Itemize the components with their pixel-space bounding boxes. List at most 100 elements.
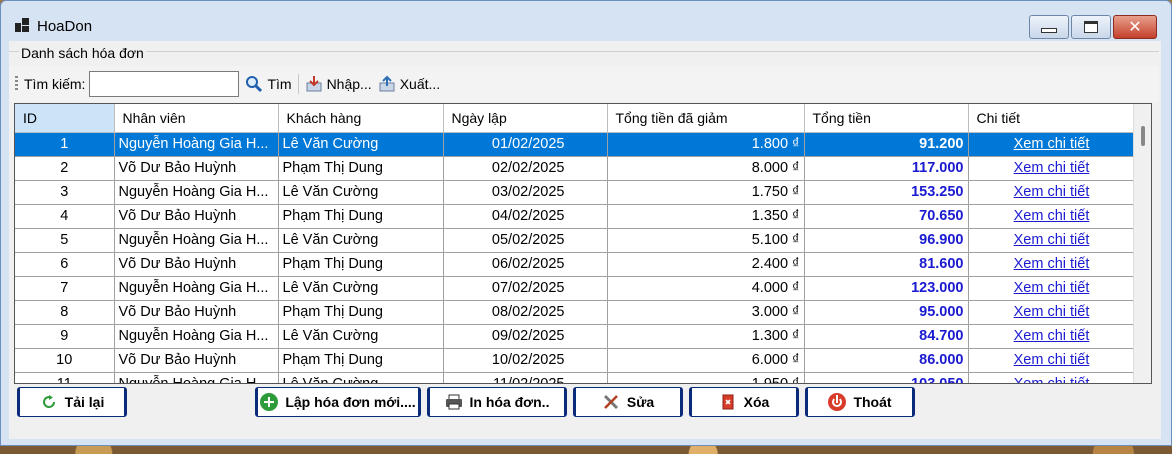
- table-row[interactable]: 7 Nguyễn Hoàng Gia H... Lê Văn Cường 07/…: [15, 276, 1136, 301]
- cell-total: 91.200: [804, 132, 969, 157]
- vertical-scrollbar[interactable]: [1133, 104, 1151, 383]
- table-row[interactable]: 11 Nguyễn Hoàng Gia H... Lê Văn Cường 11…: [15, 372, 1136, 383]
- reload-button[interactable]: Tải lại: [17, 387, 127, 417]
- find-label: Tìm: [267, 76, 292, 92]
- detail-link[interactable]: Xem chi tiết: [1014, 184, 1090, 200]
- cell-id: 1: [15, 132, 115, 157]
- title-bar[interactable]: HoaDon ✕: [1, 1, 1171, 41]
- scrollbar-thumb[interactable]: [1141, 126, 1145, 146]
- exit-button[interactable]: Thoát: [805, 387, 915, 417]
- export-button[interactable]: Xuất...: [378, 75, 440, 93]
- create-label: Lập hóa đơn mới....: [285, 394, 416, 410]
- delete-icon: [722, 394, 734, 410]
- cell-date: 08/02/2025: [443, 300, 608, 325]
- cell-staff: Nguyễn Hoàng Gia H...: [114, 180, 279, 205]
- detail-link[interactable]: Xem chi tiết: [1014, 352, 1090, 368]
- detail-link[interactable]: Xem chi tiết: [1014, 232, 1090, 248]
- cell-total: 95.000: [804, 300, 969, 325]
- cell-customer: Phạm Thị Dung: [278, 348, 444, 373]
- printer-icon: [445, 394, 462, 410]
- cell-date: 11/02/2025: [443, 372, 608, 383]
- cell-staff: Võ Dư Bảo Huỳnh: [114, 252, 279, 277]
- tools-icon: [603, 394, 618, 410]
- group-label: Danh sách hóa đơn: [19, 45, 146, 61]
- col-header-date[interactable]: Ngày lập: [443, 104, 608, 133]
- table-row[interactable]: 10 Võ Dư Bảo Huỳnh Phạm Thị Dung 10/02/2…: [15, 348, 1136, 373]
- table-row[interactable]: 4 Võ Dư Bảo Huỳnh Phạm Thị Dung 04/02/20…: [15, 204, 1136, 229]
- cell-date: 09/02/2025: [443, 324, 608, 349]
- table-row[interactable]: 2 Võ Dư Bảo Huỳnh Phạm Thị Dung 02/02/20…: [15, 156, 1136, 181]
- detail-link[interactable]: Xem chi tiết: [1014, 160, 1090, 176]
- table-row[interactable]: 8 Võ Dư Bảo Huỳnh Phạm Thị Dung 08/02/20…: [15, 300, 1136, 325]
- toolbar-grip[interactable]: [15, 76, 18, 92]
- cell-total: 81.600: [804, 252, 969, 277]
- cell-customer: Phạm Thị Dung: [278, 252, 444, 277]
- table-row[interactable]: 5 Nguyễn Hoàng Gia H... Lê Văn Cường 05/…: [15, 228, 1136, 253]
- cell-date: 06/02/2025: [443, 252, 608, 277]
- col-header-staff[interactable]: Nhân viên: [114, 104, 279, 133]
- find-button[interactable]: Tìm: [245, 75, 292, 93]
- toolbar: Tìm kiếm: Tìm Nhập... Xuất...: [9, 66, 1159, 102]
- cell-discount: 6.000 ₫: [607, 348, 805, 373]
- import-button[interactable]: Nhập...: [305, 75, 372, 93]
- detail-link[interactable]: Xem chi tiết: [1014, 280, 1090, 296]
- close-button[interactable]: ✕: [1113, 15, 1157, 39]
- maximize-button[interactable]: [1071, 15, 1111, 39]
- minimize-button[interactable]: [1029, 15, 1069, 39]
- cell-id: 5: [15, 228, 115, 253]
- cell-id: 9: [15, 324, 115, 349]
- cell-staff: Nguyễn Hoàng Gia H...: [114, 132, 279, 157]
- cell-customer: Lê Văn Cường: [278, 132, 444, 157]
- print-label: In hóa đơn..: [469, 394, 550, 410]
- create-invoice-button[interactable]: Lập hóa đơn mới....: [255, 387, 421, 417]
- cell-staff: Võ Dư Bảo Huỳnh: [114, 300, 279, 325]
- search-input[interactable]: [89, 71, 240, 97]
- col-header-discount[interactable]: Tổng tiền đã giảm: [607, 104, 805, 133]
- import-icon: [306, 76, 322, 92]
- table-row[interactable]: 9 Nguyễn Hoàng Gia H... Lê Văn Cường 09/…: [15, 324, 1136, 349]
- export-icon: [379, 75, 395, 92]
- print-invoice-button[interactable]: In hóa đơn..: [427, 387, 567, 417]
- detail-link[interactable]: Xem chi tiết: [1014, 136, 1090, 152]
- detail-link[interactable]: Xem chi tiết: [1014, 208, 1090, 224]
- edit-button[interactable]: Sửa: [573, 387, 683, 417]
- table-row[interactable]: 3 Nguyễn Hoàng Gia H... Lê Văn Cường 03/…: [15, 180, 1136, 205]
- col-header-customer[interactable]: Khách hàng: [278, 104, 444, 133]
- cell-staff: Nguyễn Hoàng Gia H...: [114, 276, 279, 301]
- cell-customer: Lê Văn Cường: [278, 372, 444, 383]
- delete-button[interactable]: Xóa: [689, 387, 799, 417]
- cell-customer: Lê Văn Cường: [278, 324, 444, 349]
- cell-total: 103.050: [804, 372, 969, 383]
- cell-date: 04/02/2025: [443, 204, 608, 229]
- col-header-total[interactable]: Tổng tiền: [804, 104, 969, 133]
- cell-discount: 1.750 ₫: [607, 180, 805, 205]
- detail-link[interactable]: Xem chi tiết: [1014, 304, 1090, 320]
- col-header-detail[interactable]: Chi tiết: [968, 104, 1136, 133]
- search-label: Tìm kiếm:: [24, 76, 86, 92]
- cell-discount: 4.000 ₫: [607, 276, 805, 301]
- action-bar: Tải lại Lập hóa đơn mới.... In hóa đơn..: [9, 387, 1161, 417]
- col-header-id[interactable]: ID: [15, 104, 115, 133]
- invoice-grid[interactable]: ID Nhân viên Khách hàng Ngày lập Tổng ti…: [14, 103, 1152, 384]
- detail-link[interactable]: Xem chi tiết: [1014, 256, 1090, 272]
- refresh-icon: [42, 395, 55, 409]
- table-row[interactable]: 1 Nguyễn Hoàng Gia H... Lê Văn Cường 01/…: [15, 132, 1136, 157]
- app-window: HoaDon ✕ Danh sách hóa đơn Tìm kiếm: Tìm…: [0, 0, 1172, 446]
- cell-staff: Võ Dư Bảo Huỳnh: [114, 156, 279, 181]
- detail-link[interactable]: Xem chi tiết: [1014, 328, 1090, 344]
- cell-id: 3: [15, 180, 115, 205]
- cell-total: 96.900: [804, 228, 969, 253]
- cell-id: 11: [15, 372, 115, 383]
- cell-date: 01/02/2025: [443, 132, 608, 157]
- table-row[interactable]: 6 Võ Dư Bảo Huỳnh Phạm Thị Dung 06/02/20…: [15, 252, 1136, 277]
- detail-link[interactable]: Xem chi tiết: [1014, 376, 1090, 383]
- cell-customer: Phạm Thị Dung: [278, 300, 444, 325]
- cell-total: 123.000: [804, 276, 969, 301]
- cell-customer: Phạm Thị Dung: [278, 156, 444, 181]
- maximize-icon: [1084, 21, 1098, 33]
- client-area: Danh sách hóa đơn Tìm kiếm: Tìm Nhập... …: [9, 41, 1161, 439]
- cell-customer: Phạm Thị Dung: [278, 204, 444, 229]
- cell-customer: Lê Văn Cường: [278, 180, 444, 205]
- cell-staff: Nguyễn Hoàng Gia H...: [114, 372, 279, 383]
- cell-date: 10/02/2025: [443, 348, 608, 373]
